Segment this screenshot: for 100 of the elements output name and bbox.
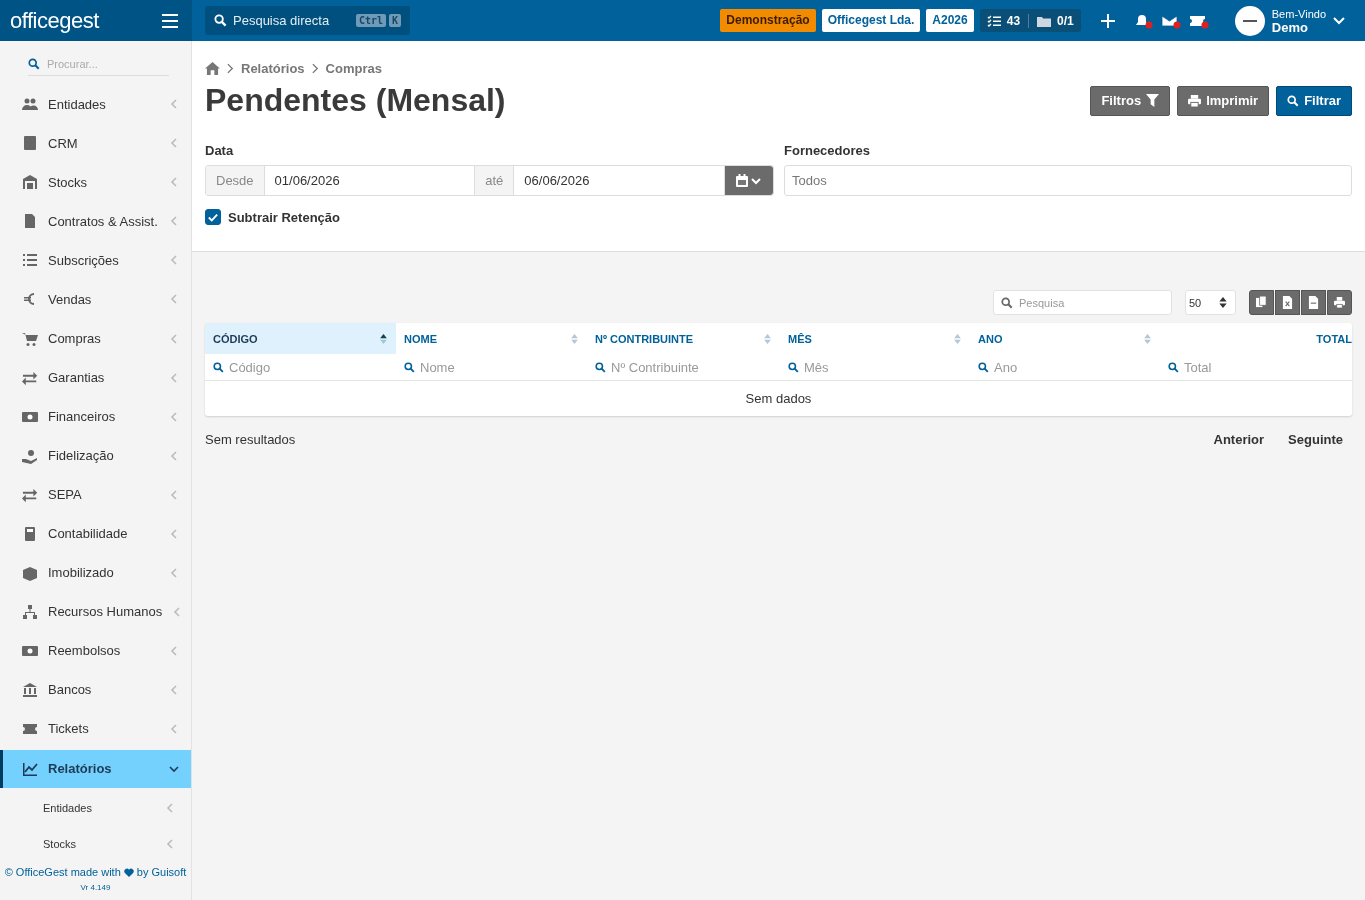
plus-icon[interactable]: [1100, 13, 1115, 28]
submenu-item[interactable]: Entidades: [0, 790, 191, 827]
next-link[interactable]: Seguinte: [1288, 432, 1343, 447]
sidebar-item[interactable]: Relatórios: [0, 749, 191, 789]
search-placeholder: Pesquisa directa: [233, 13, 331, 28]
chevron-left-icon: [165, 839, 175, 850]
updown-icon: [1219, 297, 1227, 308]
sidebar-item[interactable]: Contabilidade: [0, 515, 191, 552]
home-icon[interactable]: [205, 62, 220, 75]
breadcrumb-link[interactable]: Relatórios: [241, 61, 305, 76]
sidebar-item[interactable]: Bancos: [0, 671, 191, 709]
document-icon: [22, 213, 38, 230]
chevron-left-icon: [169, 216, 179, 227]
sidebar-item[interactable]: Recursos Humanos: [0, 593, 191, 631]
column-header[interactable]: ANO: [970, 323, 1160, 354]
folder-icon[interactable]: [1037, 14, 1052, 27]
chevron-left-icon: [169, 99, 179, 110]
column-header[interactable]: MÊS: [780, 323, 970, 354]
action-button[interactable]: Filtrar: [1276, 85, 1352, 116]
chevron-left-icon: [169, 294, 179, 305]
sidebar-item[interactable]: Entidades: [0, 86, 191, 123]
chevron-left-icon: [169, 138, 179, 149]
bank-icon: [22, 681, 38, 698]
chevron-down-icon: [169, 763, 179, 774]
page-title: Pendentes (Mensal): [205, 82, 506, 119]
credit-link[interactable]: by Guisoft: [136, 866, 187, 878]
arrows-icon: [22, 486, 38, 503]
search-icon: [404, 361, 415, 373]
search-icon: [978, 361, 989, 373]
hand-icon: [22, 447, 38, 464]
sidebar-item[interactable]: Vendas: [0, 281, 191, 318]
sidebar-item[interactable]: Garantias: [0, 359, 191, 396]
column-header[interactable]: NOME: [396, 323, 587, 354]
previous-link[interactable]: Anterior: [1213, 432, 1265, 447]
badge[interactable]: Demonstração: [720, 9, 816, 32]
field-label: Data: [205, 143, 235, 158]
badge[interactable]: A2026: [926, 9, 974, 32]
menu-icon[interactable]: [162, 13, 178, 28]
printer-icon: [1334, 296, 1345, 309]
user-name[interactable]: Demo: [1271, 20, 1326, 34]
column-header[interactable]: TOTAL: [1160, 323, 1352, 354]
version: Vr 4.149: [79, 883, 112, 892]
chevron-down-icon[interactable]: [1333, 16, 1345, 25]
breadcrumb-link[interactable]: Compras: [325, 61, 382, 76]
people-icon: [22, 96, 38, 113]
chevron-left-icon: [169, 567, 179, 578]
excel-button[interactable]: [1275, 290, 1300, 315]
file-icon: [1308, 296, 1319, 309]
sidebar-item[interactable]: Financeiros: [0, 398, 191, 435]
calculator-icon: [22, 525, 38, 542]
field-label: Fornecedores: [784, 143, 871, 158]
checkbox[interactable]: [205, 209, 221, 225]
action-button[interactable]: Filtros: [1090, 85, 1171, 116]
sidebar-item[interactable]: SEPA: [0, 476, 191, 513]
sidebar-item[interactable]: Tickets: [0, 710, 191, 748]
chevron-left-icon: [169, 333, 179, 344]
column-header[interactable]: Nº CONTRIBUINTE: [587, 323, 780, 354]
sidebar-item[interactable]: Fidelização: [0, 437, 191, 474]
sidebar-item[interactable]: Stocks: [0, 164, 191, 201]
badge[interactable]: Officegest Lda.: [821, 9, 921, 32]
chevron-left-icon: [169, 489, 179, 500]
cart-icon: [22, 330, 38, 347]
sidebar-item[interactable]: Contratos & Assist.: [0, 203, 191, 240]
sort-icon: [954, 333, 961, 344]
supplier-select[interactable]: Todos: [784, 165, 1352, 196]
from-label: Desde: [206, 166, 265, 195]
action-button[interactable]: Imprimir: [1177, 85, 1270, 116]
sidebar-item[interactable]: Reembolsos: [0, 632, 191, 670]
keyboard-key: Ctrl: [355, 14, 386, 27]
csv-button[interactable]: [1301, 290, 1326, 315]
sort-icon: [1144, 333, 1151, 344]
chevron-left-icon: [165, 803, 175, 814]
sidebar-item[interactable]: CRM: [0, 125, 191, 162]
keyboard-key: K: [388, 14, 401, 27]
chevron-right-icon: [311, 63, 319, 74]
chevron-left-icon: [169, 372, 179, 383]
printer-icon: [1188, 94, 1202, 107]
avatar-icon[interactable]: [1234, 5, 1265, 36]
book-icon: [22, 135, 38, 152]
copy-button[interactable]: [1249, 290, 1274, 315]
credit-text: © OfficeGest made with: [4, 866, 121, 878]
chevron-left-icon: [169, 645, 179, 656]
search-field[interactable]: Pesquisa directa Ctrl K: [205, 6, 410, 35]
sidebar-item[interactable]: Imobilizado: [0, 554, 191, 591]
sidebar-item[interactable]: Subscrições: [0, 242, 191, 279]
funnel-icon: [1146, 94, 1160, 107]
search-icon: [214, 14, 227, 27]
calendar-button[interactable]: [725, 166, 773, 195]
results-info: Sem resultados: [205, 432, 296, 447]
print-button[interactable]: [1327, 290, 1352, 315]
chevron-left-icon: [169, 528, 179, 539]
list-icon: [22, 252, 38, 269]
checklist-icon[interactable]: [986, 14, 1001, 27]
submenu-item[interactable]: Stocks: [0, 826, 191, 862]
chevron-left-icon: [169, 411, 179, 422]
column-header[interactable]: CÓDIGO: [205, 323, 396, 354]
file-icon: [1282, 296, 1293, 309]
search-icon: [1287, 94, 1300, 107]
sidebar-item[interactable]: Compras: [0, 320, 191, 357]
page-size-select[interactable]: 50: [1185, 290, 1236, 315]
